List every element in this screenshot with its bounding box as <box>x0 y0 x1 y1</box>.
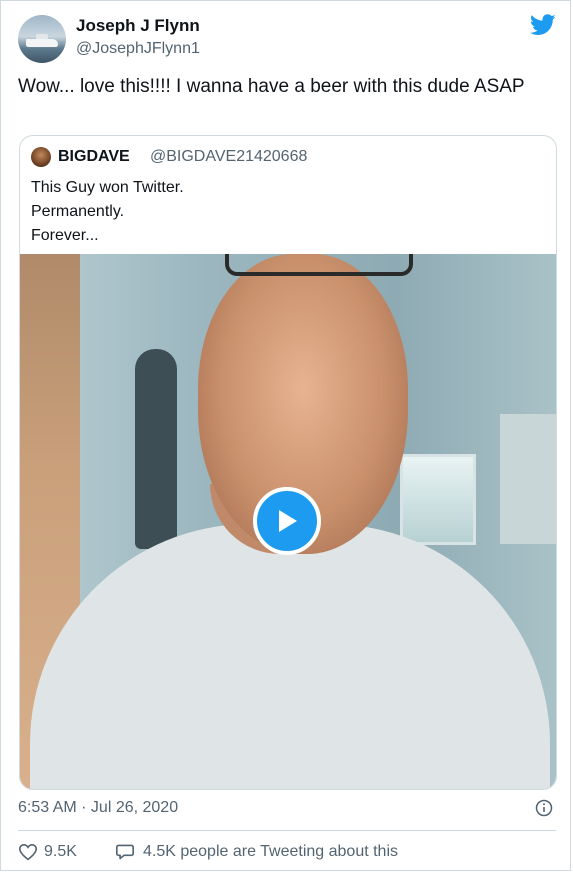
video-person-shirt <box>30 524 550 789</box>
quoted-tweet-line: Permanently. <box>31 203 125 220</box>
quoted-author-handle: @BIGDAVE21420668 <box>150 148 308 165</box>
video-background-cabinet <box>500 414 556 544</box>
speech-bubble-icon <box>116 844 134 860</box>
heart-icon <box>18 843 38 861</box>
tweet-card: Joseph J Flynn @JosephJFlynn1 Wow... lov… <box>0 0 571 871</box>
divider <box>18 830 556 831</box>
like-button[interactable]: 9.5K <box>18 842 77 862</box>
author-name[interactable]: Joseph J Flynn <box>76 16 200 36</box>
info-icon[interactable] <box>535 799 553 817</box>
video-background-doorway <box>135 349 177 549</box>
like-count: 9.5K <box>44 843 77 860</box>
quoted-tweet[interactable]: BIGDAVE @BIGDAVE21420668 This Guy won Tw… <box>19 135 557 790</box>
video-background-window <box>400 454 476 545</box>
author-handle[interactable]: @JosephJFlynn1 <box>76 39 200 59</box>
quoted-author-name: BIGDAVE <box>58 148 130 165</box>
tweet-text: Wow... love this!!!! I wanna have a beer… <box>18 76 525 97</box>
quoted-author-avatar <box>31 147 51 167</box>
quoted-tweet-line: This Guy won Twitter. <box>31 179 184 196</box>
avatar-boat <box>26 39 58 47</box>
video-player[interactable] <box>20 254 556 789</box>
tweeting-about-link[interactable]: 4.5K people are Tweeting about this <box>115 842 398 862</box>
play-icon <box>279 510 297 532</box>
tweeting-about-text: 4.5K people are Tweeting about this <box>143 843 398 860</box>
video-person-sunglasses <box>225 254 413 276</box>
twitter-bird-icon[interactable] <box>530 14 556 36</box>
author-avatar[interactable] <box>18 15 66 63</box>
quoted-tweet-text: This Guy won Twitter. Permanently. Forev… <box>31 176 184 248</box>
quoted-tweet-line: Forever... <box>31 227 99 244</box>
play-button[interactable] <box>253 487 321 555</box>
tweet-timestamp[interactable]: 6:53 AM · Jul 26, 2020 <box>18 798 178 818</box>
